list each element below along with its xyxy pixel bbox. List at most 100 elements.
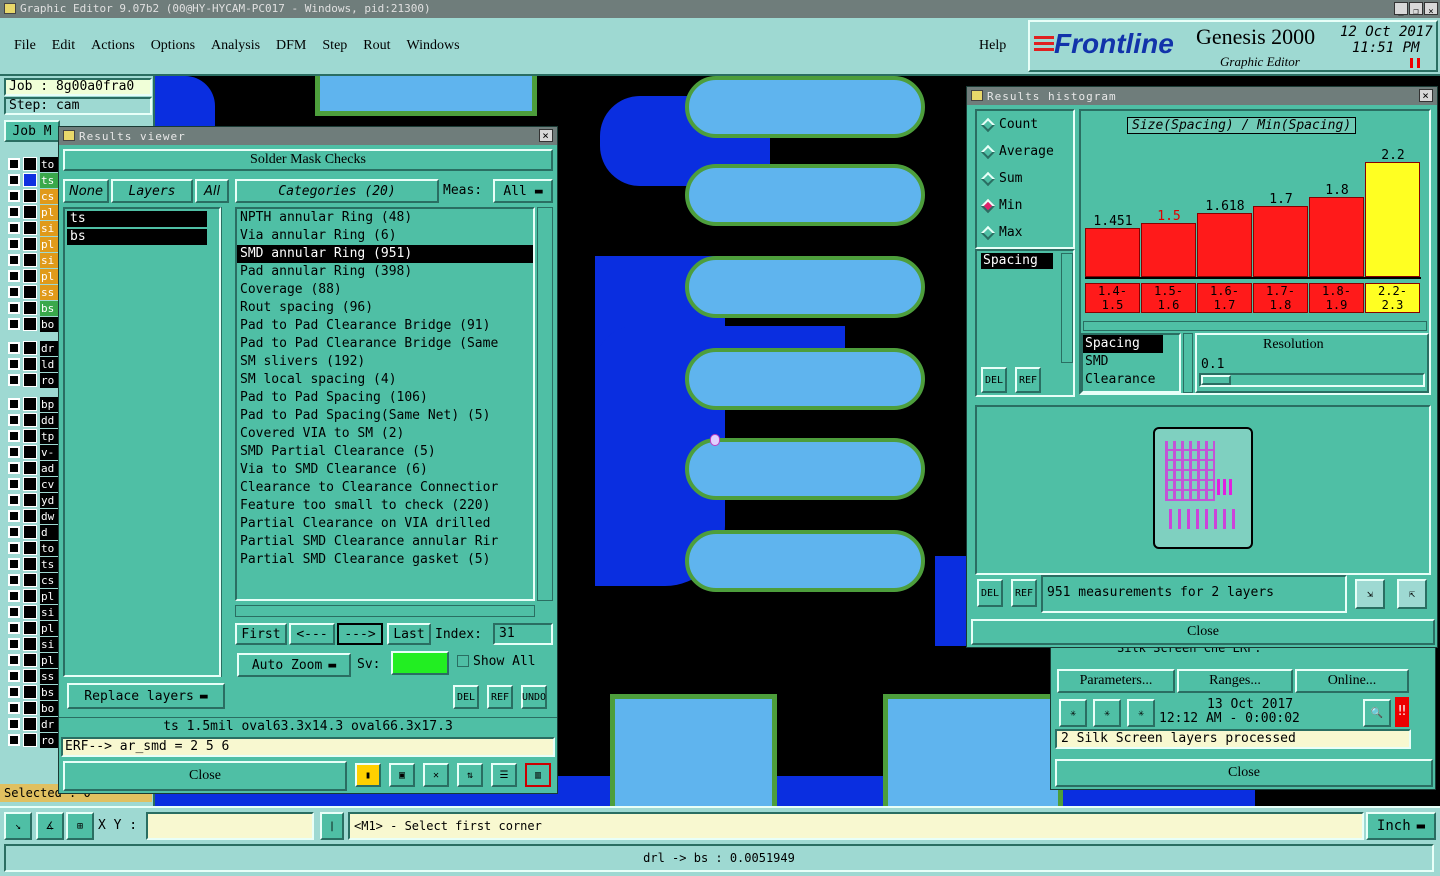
- category-item[interactable]: Partial Clearance on VIA drilled: [237, 515, 533, 533]
- export-icon[interactable]: ⇲: [1355, 579, 1385, 609]
- layer-checkbox[interactable]: [8, 374, 20, 386]
- undo-icon[interactable]: UNDO: [521, 685, 547, 709]
- layer-row[interactable]: pl: [4, 236, 58, 252]
- last-button[interactable]: Last: [387, 623, 431, 645]
- layer-row[interactable]: to: [4, 156, 58, 172]
- layer-checkbox[interactable]: [8, 462, 20, 474]
- sv-color-dropdown[interactable]: [391, 651, 449, 675]
- menu-dfm[interactable]: DFM: [276, 38, 306, 54]
- layer-row[interactable]: bo: [4, 700, 58, 716]
- stop-icon[interactable]: ‼: [1395, 697, 1409, 727]
- layer-checkbox[interactable]: [8, 542, 20, 554]
- layer-checkbox[interactable]: [8, 494, 20, 506]
- menu-actions[interactable]: Actions: [91, 38, 135, 54]
- histogram-scrollbar[interactable]: [1083, 321, 1427, 331]
- layer-checkbox[interactable]: [8, 558, 20, 570]
- histogram-titlebar[interactable]: Results histogram ×: [967, 87, 1437, 105]
- layer-row[interactable]: dd: [4, 412, 58, 428]
- category-item[interactable]: Pad to Pad Spacing (106): [237, 389, 533, 407]
- histogram-bar[interactable]: [1309, 197, 1364, 277]
- checklist-close-button[interactable]: Close: [1055, 759, 1433, 787]
- close-icon[interactable]: ×: [1419, 89, 1433, 102]
- layer-row[interactable]: si: [4, 604, 58, 620]
- board-preview[interactable]: [975, 405, 1431, 575]
- layer-row[interactable]: si: [4, 220, 58, 236]
- layer-row[interactable]: bs: [4, 684, 58, 700]
- layer-checkbox[interactable]: [8, 654, 20, 666]
- select-tool-icon[interactable]: ↘: [4, 812, 32, 840]
- layer-row[interactable]: pl: [4, 652, 58, 668]
- run-check-icon[interactable]: ✳: [1059, 699, 1087, 727]
- resolution-slider[interactable]: [1199, 373, 1425, 387]
- layer-checkbox[interactable]: [8, 222, 20, 234]
- histogram-bin[interactable]: 2.2-2.3: [1365, 283, 1420, 313]
- menu-edit[interactable]: Edit: [52, 38, 75, 54]
- layer-checkbox[interactable]: [8, 238, 20, 250]
- layer-row[interactable]: cs: [4, 572, 58, 588]
- ranges-button[interactable]: Ranges...: [1177, 669, 1293, 693]
- type-scrollbar[interactable]: [1061, 253, 1073, 363]
- layer-checkbox[interactable]: [8, 606, 20, 618]
- layer-row[interactable]: ad: [4, 460, 58, 476]
- import-icon[interactable]: ⇱: [1397, 579, 1427, 609]
- none-button[interactable]: None: [63, 179, 109, 203]
- layer-row[interactable]: ss: [4, 284, 58, 300]
- category-item[interactable]: Clearance to Clearance Connectior: [237, 479, 533, 497]
- category-item[interactable]: SMD annular Ring (951): [237, 245, 533, 263]
- categories-scrollbar[interactable]: [537, 207, 553, 601]
- layer-row[interactable]: dr: [4, 340, 58, 356]
- layer-checkbox[interactable]: [8, 430, 20, 442]
- category-item[interactable]: Pad to Pad Clearance Bridge (Same: [237, 335, 533, 353]
- measure-type-item[interactable]: Clearance: [1083, 371, 1179, 389]
- minimize-icon[interactable]: _: [1394, 2, 1408, 17]
- category-item[interactable]: Partial SMD Clearance annular Rir: [237, 533, 533, 551]
- layer-checkbox[interactable]: [8, 190, 20, 202]
- category-item[interactable]: Via to SMD Clearance (6): [237, 461, 533, 479]
- cursor-icon[interactable]: |: [320, 812, 344, 840]
- pause-icon[interactable]: [1410, 58, 1420, 68]
- histogram-icon[interactable]: ▥: [525, 763, 551, 787]
- layer-checkbox[interactable]: [8, 254, 20, 266]
- layer-checkbox[interactable]: [8, 318, 20, 330]
- option-max[interactable]: Max: [977, 219, 1073, 246]
- layer-checkbox[interactable]: [8, 510, 20, 522]
- categories-list[interactable]: NPTH annular Ring (48) Via annular Ring (…: [235, 207, 535, 601]
- del-icon[interactable]: DEL: [977, 579, 1003, 607]
- category-item[interactable]: Coverage (88): [237, 281, 533, 299]
- layer-checkbox[interactable]: [8, 686, 20, 698]
- ref-icon[interactable]: REF: [1015, 367, 1041, 393]
- layer-checkbox[interactable]: [8, 398, 20, 410]
- auto-zoom-dropdown[interactable]: Auto Zoom ▬: [237, 653, 351, 677]
- categories-button[interactable]: Categories (20): [235, 179, 439, 203]
- option-count[interactable]: Count: [977, 111, 1073, 138]
- layer-checkbox[interactable]: [8, 590, 20, 602]
- measure-type-item[interactable]: SMD: [1083, 353, 1179, 371]
- maximize-icon[interactable]: ❐: [1409, 2, 1423, 17]
- measure-tool-icon[interactable]: ∡: [36, 812, 64, 840]
- categories-hscrollbar[interactable]: [235, 605, 535, 617]
- parameters-button[interactable]: Parameters...: [1057, 669, 1175, 693]
- layer-checkbox[interactable]: [8, 270, 20, 282]
- menu-analysis[interactable]: Analysis: [211, 38, 260, 54]
- category-item[interactable]: SM slivers (192): [237, 353, 533, 371]
- layer-row[interactable]: bs: [4, 300, 58, 316]
- layer-checkbox[interactable]: [8, 342, 20, 354]
- histogram-bin[interactable]: 1.6-1.7: [1197, 283, 1252, 313]
- histogram-close-button[interactable]: Close: [971, 619, 1435, 645]
- histogram-bar[interactable]: [1197, 213, 1252, 277]
- histogram-chart[interactable]: 1.451 1.5 1.618 1.7 1.8 2.2: [1085, 141, 1421, 279]
- histogram-bar[interactable]: [1141, 223, 1196, 277]
- layer-checkbox[interactable]: [8, 622, 20, 634]
- layer-row[interactable]: ro: [4, 372, 58, 388]
- grid-tool-icon[interactable]: ⊞: [66, 812, 94, 840]
- layer-checkbox[interactable]: [8, 702, 20, 714]
- highlight-icon[interactable]: ▮: [355, 763, 381, 787]
- histogram-bin[interactable]: 1.4-1.5: [1085, 283, 1140, 313]
- layer-row[interactable]: pl: [4, 268, 58, 284]
- layer-row[interactable]: si: [4, 252, 58, 268]
- layer-row[interactable]: yd: [4, 492, 58, 508]
- category-item[interactable]: SM local spacing (4): [237, 371, 533, 389]
- notes-icon[interactable]: ☰: [491, 763, 517, 787]
- category-item[interactable]: Via annular Ring (6): [237, 227, 533, 245]
- category-item[interactable]: SMD Partial Clearance (5): [237, 443, 533, 461]
